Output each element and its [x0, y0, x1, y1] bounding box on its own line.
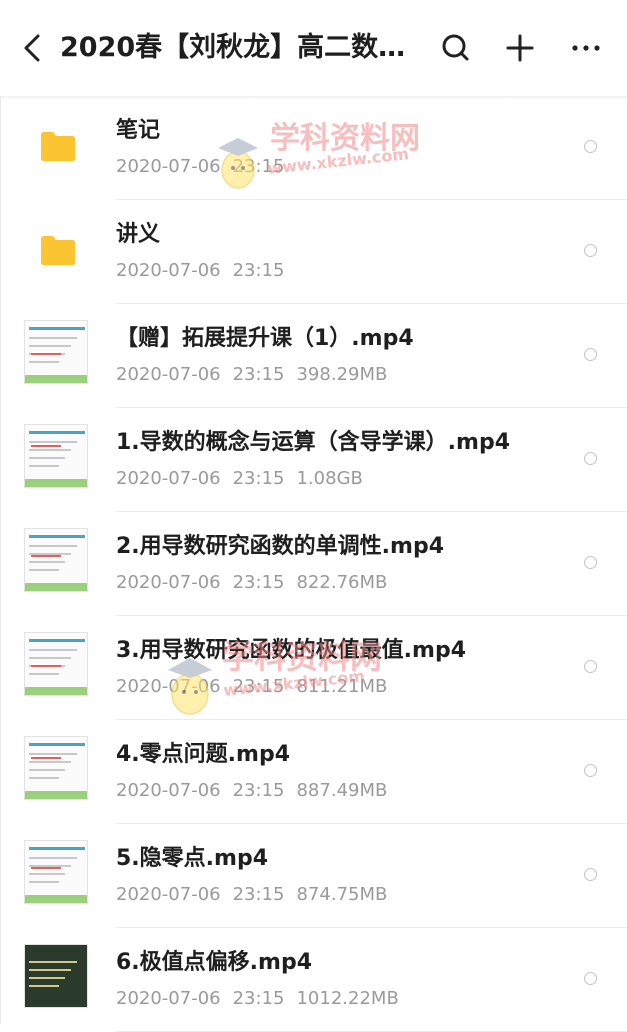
select-radio[interactable]: [584, 244, 597, 257]
file-size: 887.49MB: [296, 780, 388, 801]
file-date: 2020-07-06: [116, 884, 221, 905]
file-time: 23:15: [232, 156, 285, 177]
file-date: 2020-07-06: [116, 156, 221, 177]
file-name: 3.用导数研究函数的极值最值.mp4: [116, 638, 467, 663]
folder-row[interactable]: 讲义 2020-07-06 23:15: [0, 200, 627, 304]
top-bar: 2020春【刘秋龙】高二数学...: [0, 0, 627, 96]
file-meta: 2020-07-06 23:15 874.75MB: [116, 882, 399, 908]
file-name: 6.极值点偏移.mp4: [116, 950, 313, 975]
file-name: 2.用导数研究函数的单调性.mp4: [116, 534, 445, 559]
file-row[interactable]: 3.用导数研究函数的极值最值.mp4 2020-07-06 23:15 811.21M…: [0, 616, 627, 720]
file-row[interactable]: 1.导数的概念与运算（含导学课）.mp4 2020-07-06 23:15 1.08G…: [0, 408, 627, 512]
folder-row[interactable]: 笔记 2020-07-06 23:15: [0, 96, 627, 200]
select-radio[interactable]: [584, 868, 597, 881]
file-date: 2020-07-06: [116, 572, 221, 593]
chevron-left-icon[interactable]: [14, 28, 50, 68]
file-date: 2020-07-06: [116, 988, 221, 1009]
select-radio[interactable]: [584, 140, 597, 153]
video-thumbnail: [24, 944, 88, 1008]
page-title: 2020春【刘秋龙】高二数学...: [60, 32, 430, 63]
file-date: 2020-07-06: [116, 780, 221, 801]
video-thumbnail: [24, 736, 88, 800]
file-size: 1012.22MB: [296, 988, 399, 1009]
select-radio[interactable]: [584, 348, 597, 361]
file-time: 23:15: [232, 468, 285, 489]
video-thumbnail: [24, 320, 88, 384]
file-time: 23:15: [232, 676, 285, 697]
file-meta: 2020-07-06 23:15: [116, 154, 296, 180]
search-icon[interactable]: [436, 28, 476, 68]
file-meta: 2020-07-06 23:15: [116, 258, 296, 284]
file-meta: 2020-07-06 23:15 822.76MB: [116, 570, 399, 596]
file-meta: 2020-07-06 23:15 1.08GB: [116, 466, 375, 492]
file-date: 2020-07-06: [116, 364, 221, 385]
select-radio[interactable]: [584, 556, 597, 569]
file-time: 23:15: [232, 988, 285, 1009]
select-radio[interactable]: [584, 660, 597, 673]
folder-icon: [40, 234, 76, 266]
file-size: 874.75MB: [296, 884, 388, 905]
file-row[interactable]: 【赠】拓展提升课（1）.mp4 2020-07-06 23:15 398.29MB: [0, 304, 627, 408]
file-time: 23:15: [232, 780, 285, 801]
file-row[interactable]: 4.零点问题.mp4 2020-07-06 23:15 887.49MB: [0, 720, 627, 824]
folder-icon: [40, 130, 76, 162]
file-name: 1.导数的概念与运算（含导学课）.mp4: [116, 430, 511, 455]
file-time: 23:15: [232, 572, 285, 593]
video-thumbnail: [24, 424, 88, 488]
file-row[interactable]: 6.极值点偏移.mp4 2020-07-06 23:15 1012.22MB: [0, 928, 627, 1032]
file-date: 2020-07-06: [116, 676, 221, 697]
video-thumbnail: [24, 528, 88, 592]
file-meta: 2020-07-06 23:15 398.29MB: [116, 362, 399, 388]
select-radio[interactable]: [584, 452, 597, 465]
file-row[interactable]: 5.隐零点.mp4 2020-07-06 23:15 874.75MB: [0, 824, 627, 928]
video-thumbnail: [24, 840, 88, 904]
select-radio[interactable]: [584, 972, 597, 985]
file-name: 5.隐零点.mp4: [116, 846, 269, 871]
file-time: 23:15: [232, 364, 285, 385]
file-name: 【赠】拓展提升课（1）.mp4: [116, 326, 414, 351]
video-thumbnail: [24, 632, 88, 696]
plus-icon[interactable]: [500, 28, 540, 68]
select-radio[interactable]: [584, 764, 597, 777]
file-time: 23:15: [232, 884, 285, 905]
file-size: 1.08GB: [296, 468, 363, 489]
file-size: 811.21MB: [296, 676, 388, 697]
file-size: 398.29MB: [296, 364, 388, 385]
file-name: 4.零点问题.mp4: [116, 742, 291, 767]
file-meta: 2020-07-06 23:15 1012.22MB: [116, 986, 411, 1012]
file-row[interactable]: 2.用导数研究函数的单调性.mp4 2020-07-06 23:15 822.76MB: [0, 512, 627, 616]
more-horizontal-icon[interactable]: [566, 28, 606, 68]
file-date: 2020-07-06: [116, 468, 221, 489]
file-date: 2020-07-06: [116, 260, 221, 281]
file-time: 23:15: [232, 260, 285, 281]
file-name: 讲义: [116, 222, 161, 247]
file-name: 笔记: [116, 118, 161, 143]
file-list: 笔记 2020-07-06 23:15 讲义 2020-07-06 23:15 【赠】拓展提…: [0, 96, 627, 1032]
file-meta: 2020-07-06 23:15 887.49MB: [116, 778, 399, 804]
file-meta: 2020-07-06 23:15 811.21MB: [116, 674, 399, 700]
file-size: 822.76MB: [296, 572, 388, 593]
